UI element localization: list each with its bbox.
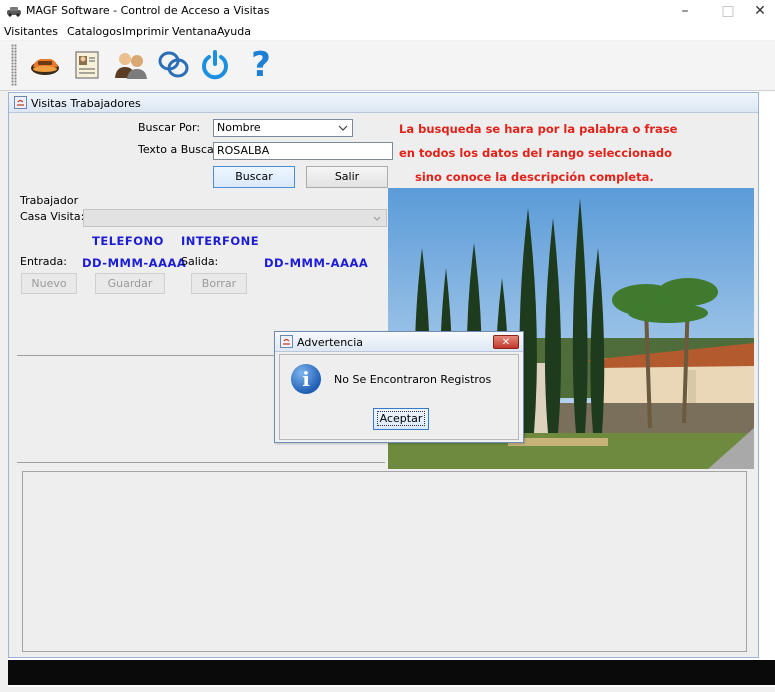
results-panel bbox=[22, 471, 747, 652]
menu-bar: Visitantes Catalogos Imprimir Ventana Ay… bbox=[0, 22, 775, 40]
nuevo-button[interactable]: Nuevo bbox=[21, 273, 77, 294]
menu-ventana[interactable]: Ventana bbox=[172, 25, 217, 38]
menu-catalogos[interactable]: Catalogos bbox=[67, 25, 122, 38]
help-button[interactable]: ? bbox=[242, 45, 280, 85]
java-icon bbox=[14, 96, 27, 109]
minimize-button[interactable]: – bbox=[665, 0, 705, 22]
buscar-por-value: Nombre bbox=[217, 121, 261, 134]
app-icon bbox=[7, 7, 21, 17]
info-icon: i bbox=[291, 364, 321, 394]
users-icon bbox=[115, 53, 147, 79]
info-line-3: sino conoce la descripción completa. bbox=[415, 170, 654, 184]
help-icon: ? bbox=[251, 45, 271, 85]
id-card-icon bbox=[75, 51, 99, 79]
search-icon bbox=[158, 51, 189, 78]
texto-buscar-label: Texto a Buscar: bbox=[138, 143, 222, 156]
guardar-button[interactable]: Guardar bbox=[95, 273, 165, 294]
telefono-label: TELEFONO bbox=[92, 234, 164, 248]
buscar-por-select[interactable]: Nombre bbox=[213, 119, 353, 137]
texto-buscar-input[interactable]: ROSALBA bbox=[213, 142, 393, 160]
aceptar-label: Aceptar bbox=[376, 411, 426, 426]
search-button[interactable] bbox=[155, 45, 193, 85]
chevron-down-icon bbox=[338, 125, 348, 131]
window-title: MAGF Software - Control de Acceso a Visi… bbox=[26, 4, 270, 17]
texto-buscar-value: ROSALBA bbox=[217, 144, 270, 157]
workers-button[interactable] bbox=[112, 45, 150, 85]
dialog-message: No Se Encontraron Registros bbox=[334, 373, 492, 386]
salida-label: Salida: bbox=[181, 255, 219, 268]
desktop-bottom-bar bbox=[8, 660, 775, 685]
interfone-label: INTERFONE bbox=[181, 234, 260, 248]
toolbar-grip[interactable] bbox=[11, 44, 17, 86]
info-line-1: La busqueda se hara por la palabra o fra… bbox=[399, 122, 678, 136]
trabajador-label: Trabajador bbox=[20, 194, 79, 207]
vehicles-button[interactable] bbox=[26, 45, 64, 85]
dialog-title-bar[interactable]: Advertencia ✕ bbox=[275, 332, 523, 352]
separator bbox=[17, 462, 385, 463]
power-icon bbox=[202, 50, 228, 80]
exit-button[interactable] bbox=[196, 45, 234, 85]
buscar-button[interactable]: Buscar bbox=[213, 166, 295, 188]
salida-value: DD-MMM-AAAA bbox=[264, 256, 369, 270]
salir-button[interactable]: Salir bbox=[306, 166, 388, 188]
dialog-body: i No Se Encontraron Registros Aceptar bbox=[279, 354, 519, 440]
entrada-value: DD-MMM-AAAA bbox=[82, 256, 187, 270]
borrar-button[interactable]: Borrar bbox=[191, 273, 247, 294]
buscar-por-label: Buscar Por: bbox=[138, 121, 201, 134]
toolbar: ? bbox=[0, 41, 775, 91]
dialog-title: Advertencia bbox=[297, 336, 364, 349]
casa-visita-select[interactable] bbox=[83, 209, 387, 227]
dialog-close-button[interactable]: ✕ bbox=[493, 335, 519, 349]
car-icon bbox=[31, 59, 59, 75]
maximize-button[interactable]: □ bbox=[708, 0, 748, 22]
entrada-label: Entrada: bbox=[20, 255, 67, 268]
records-button[interactable] bbox=[68, 45, 106, 85]
menu-imprimir[interactable]: Imprimir bbox=[122, 25, 169, 38]
menu-ayuda[interactable]: Ayuda bbox=[217, 25, 251, 38]
casa-visita-label: Casa Visita: bbox=[20, 210, 85, 223]
info-line-2: en todos los datos del rango seleccionad… bbox=[399, 146, 672, 160]
close-button[interactable]: ✕ bbox=[745, 0, 775, 22]
menu-visitantes[interactable]: Visitantes bbox=[4, 25, 58, 38]
frame-title-bar[interactable]: Visitas Trabajadores bbox=[9, 93, 758, 113]
frame-title: Visitas Trabajadores bbox=[31, 97, 141, 110]
chevron-down-icon bbox=[373, 216, 381, 221]
title-bar: MAGF Software - Control de Acceso a Visi… bbox=[0, 0, 775, 22]
advertencia-dialog: Advertencia ✕ i No Se Encontraron Regist… bbox=[274, 331, 524, 443]
aceptar-button[interactable]: Aceptar bbox=[373, 408, 429, 430]
java-icon bbox=[280, 335, 293, 348]
